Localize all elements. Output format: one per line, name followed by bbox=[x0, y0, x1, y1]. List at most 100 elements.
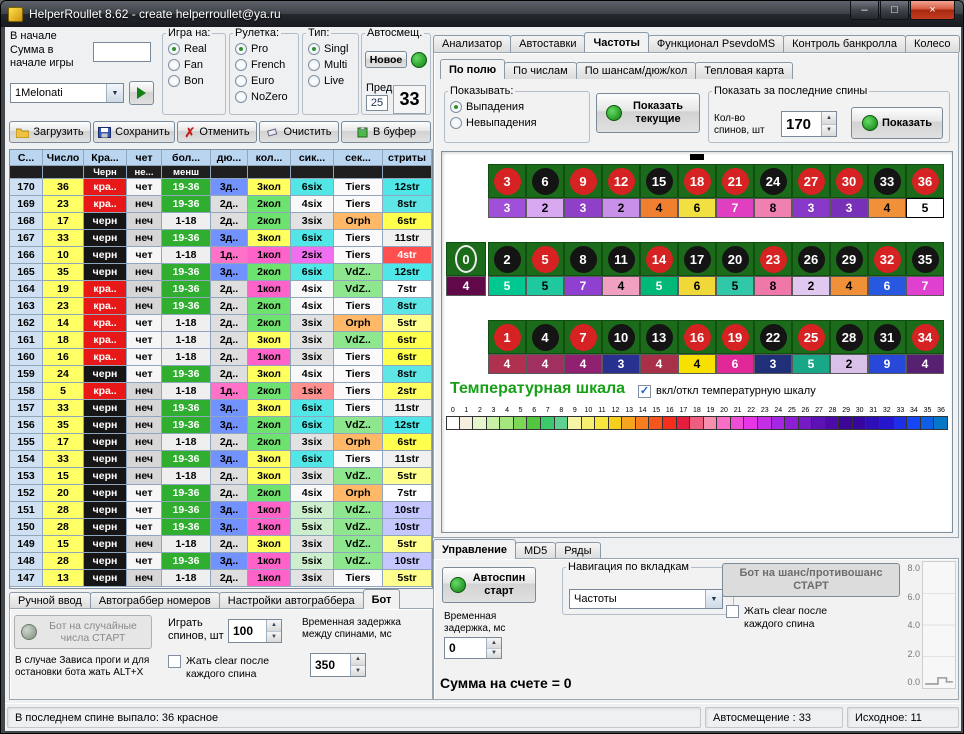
subtab-тепловая-карта[interactable]: Тепловая карта bbox=[695, 62, 793, 79]
board-number-2[interactable]: 2 bbox=[488, 242, 526, 276]
cancel-button[interactable]: ✗ Отменить bbox=[177, 121, 257, 143]
board-number-24[interactable]: 24 bbox=[754, 164, 792, 198]
board-zero[interactable]: 0 bbox=[446, 242, 486, 276]
autoshift-new-button[interactable]: Новое bbox=[365, 51, 407, 68]
board-number-12[interactable]: 12 bbox=[602, 164, 640, 198]
board-number-33[interactable]: 33 bbox=[868, 164, 906, 198]
column-header-дю[interactable]: дю... bbox=[211, 150, 248, 166]
table-row[interactable]: 15028чернчет19-363д..1кол5sixVdZ..10str bbox=[10, 519, 432, 536]
stepper-up-icon[interactable]: ▲ bbox=[822, 112, 836, 125]
board-number-14[interactable]: 14 bbox=[640, 242, 678, 276]
board-number-5[interactable]: 5 bbox=[526, 242, 564, 276]
column-header-с[interactable]: С... bbox=[10, 150, 43, 166]
column-header-кра[interactable]: Кра... bbox=[84, 150, 127, 166]
column-header-сик[interactable]: сик... bbox=[291, 150, 334, 166]
column-header-чет[interactable]: чет bbox=[127, 150, 162, 166]
radio-real[interactable]: Real bbox=[168, 41, 222, 56]
random-bot-start-button[interactable]: Бот на случайные числа СТАРТ bbox=[14, 615, 152, 649]
table-row[interactable]: 16016кра..чет1-182д..1кол3sixTiers6str bbox=[10, 349, 432, 366]
tab-частоты[interactable]: Частоты bbox=[584, 32, 648, 52]
subtab-по-числам[interactable]: По числам bbox=[504, 62, 577, 79]
board-number-28[interactable]: 28 bbox=[830, 320, 868, 354]
tab-ряды[interactable]: Ряды bbox=[555, 542, 600, 559]
stepper-up-icon[interactable]: ▲ bbox=[351, 654, 365, 666]
table-row[interactable]: 15128чернчет19-363д..1кол5sixVdZ..10str bbox=[10, 502, 432, 519]
stepper-down-icon[interactable]: ▼ bbox=[267, 632, 281, 643]
bot-delay-stepper[interactable]: 350 ▲▼ bbox=[310, 653, 366, 677]
title-bar[interactable]: HelperRoullet 8.62 - create helperroulle… bbox=[1, 1, 963, 27]
freq-count-stepper[interactable]: 170 ▲▼ bbox=[781, 111, 837, 137]
radio-euro[interactable]: Euro bbox=[235, 73, 295, 88]
autospin-start-button[interactable]: Автоспин старт bbox=[442, 567, 536, 603]
board-number-13[interactable]: 13 bbox=[640, 320, 678, 354]
tab-ручной-ввод[interactable]: Ручной ввод bbox=[9, 592, 91, 609]
tab-управление[interactable]: Управление bbox=[433, 539, 516, 559]
board-number-15[interactable]: 15 bbox=[640, 164, 678, 198]
stepper-up-icon[interactable]: ▲ bbox=[267, 620, 281, 632]
radio-bon[interactable]: Bon bbox=[168, 73, 222, 88]
table-row[interactable]: 16419кра..неч19-362д..1кол4sixVdZ..7str bbox=[10, 281, 432, 298]
board-number-27[interactable]: 27 bbox=[792, 164, 830, 198]
table-row[interactable]: 15433черннеч19-363д..3кол6sixTiers11str bbox=[10, 451, 432, 468]
table-row[interactable]: 15315черннеч1-182д..3кол3sixVdZ..5str bbox=[10, 468, 432, 485]
save-button[interactable]: Сохранить bbox=[93, 121, 175, 143]
board-number-16[interactable]: 16 bbox=[678, 320, 716, 354]
control-clear-checkbox[interactable]: Жать clear после каждого спина bbox=[726, 605, 866, 630]
table-row[interactable]: 15220чернчет19-362д..2кол4sixOrph7str bbox=[10, 485, 432, 502]
profile-combo[interactable]: 1Melonati ▼ bbox=[10, 83, 124, 103]
play-button[interactable] bbox=[129, 81, 154, 105]
board-number-10[interactable]: 10 bbox=[602, 320, 640, 354]
spins-count-stepper[interactable]: 100 ▲▼ bbox=[228, 619, 282, 643]
table-row[interactable]: 16323кра..неч19-362д..2кол4sixTiers8str bbox=[10, 298, 432, 315]
clear-button[interactable]: Очистить bbox=[259, 121, 339, 143]
control-delay-stepper[interactable]: 0 ▲▼ bbox=[444, 637, 502, 659]
start-sum-input[interactable] bbox=[93, 42, 151, 62]
table-row[interactable]: 16214кра..чет1-182д..2кол3sixOrph5str bbox=[10, 315, 432, 332]
show-button[interactable]: Показать bbox=[851, 107, 943, 139]
radio-french[interactable]: French bbox=[235, 57, 295, 72]
table-row[interactable]: 16118кра..чет1-182д..3кол3sixVdZ..6str bbox=[10, 332, 432, 349]
table-row[interactable]: 14915черннеч1-182д..3кол3sixVdZ..5str bbox=[10, 536, 432, 553]
combo-dropdown-icon[interactable]: ▼ bbox=[705, 590, 722, 608]
board-number-21[interactable]: 21 bbox=[716, 164, 754, 198]
radio-singl[interactable]: Singl bbox=[308, 41, 355, 56]
board-number-35[interactable]: 35 bbox=[906, 242, 944, 276]
board-number-11[interactable]: 11 bbox=[602, 242, 640, 276]
board-number-34[interactable]: 34 bbox=[906, 320, 944, 354]
radio-невыпадения[interactable]: Невыпадения bbox=[450, 115, 586, 130]
bot-clear-checkbox[interactable]: Жать clear после каждого спина bbox=[168, 655, 302, 680]
table-row[interactable]: 15635черннеч19-363д..2кол6sixVdZ..12str bbox=[10, 417, 432, 434]
board-number-23[interactable]: 23 bbox=[754, 242, 792, 276]
close-button[interactable]: × bbox=[910, 1, 955, 20]
column-header-бол[interactable]: бол... bbox=[162, 150, 211, 166]
radio-live[interactable]: Live bbox=[308, 73, 355, 88]
table-row[interactable]: 16535черннеч19-363д..2кол6sixVdZ..12str bbox=[10, 264, 432, 281]
table-row[interactable]: 17036кра..чет19-363д..3кол6sixTiers12str bbox=[10, 179, 432, 196]
stepper-down-icon[interactable]: ▼ bbox=[351, 666, 365, 677]
tab-автограббер-номеров[interactable]: Автограббер номеров bbox=[90, 592, 220, 609]
radio-multi[interactable]: Multi bbox=[308, 57, 355, 72]
radio-fan[interactable]: Fan bbox=[168, 57, 222, 72]
show-current-button[interactable]: Показать текущие bbox=[596, 93, 700, 133]
board-number-1[interactable]: 1 bbox=[488, 320, 526, 354]
board-number-36[interactable]: 36 bbox=[906, 164, 944, 198]
maximize-button[interactable]: □ bbox=[880, 1, 909, 20]
table-row[interactable]: 15733черннеч19-363д..3кол6sixTiers11str bbox=[10, 400, 432, 417]
radio-выпадения[interactable]: Выпадения bbox=[450, 99, 586, 114]
tab-функционал-psevdoms[interactable]: Функционал PsevdoMS bbox=[648, 35, 784, 52]
temp-scale-checkbox[interactable]: ✓ вкл/откл температурную шкалу bbox=[638, 385, 816, 398]
tab-navigation-combo[interactable]: Частоты ▼ bbox=[569, 589, 723, 609]
combo-dropdown-icon[interactable]: ▼ bbox=[106, 84, 123, 102]
tab-анализатор[interactable]: Анализатор bbox=[433, 35, 511, 52]
board-number-17[interactable]: 17 bbox=[678, 242, 716, 276]
table-row[interactable]: 14713черннеч1-182д..1кол3sixTiers5str bbox=[10, 570, 432, 587]
board-number-29[interactable]: 29 bbox=[830, 242, 868, 276]
table-row[interactable]: 14828чернчет19-363д..1кол5sixVdZ..10str bbox=[10, 553, 432, 570]
board-number-9[interactable]: 9 bbox=[564, 164, 602, 198]
radio-nozero[interactable]: NoZero bbox=[235, 89, 295, 104]
board-number-20[interactable]: 20 bbox=[716, 242, 754, 276]
minimize-button[interactable]: – bbox=[850, 1, 879, 20]
tab-колесо[interactable]: Колесо bbox=[905, 35, 960, 52]
stepper-down-icon[interactable]: ▼ bbox=[487, 649, 501, 659]
table-row[interactable]: 15924чернчет19-362д..3кол4sixTiers8str bbox=[10, 366, 432, 383]
